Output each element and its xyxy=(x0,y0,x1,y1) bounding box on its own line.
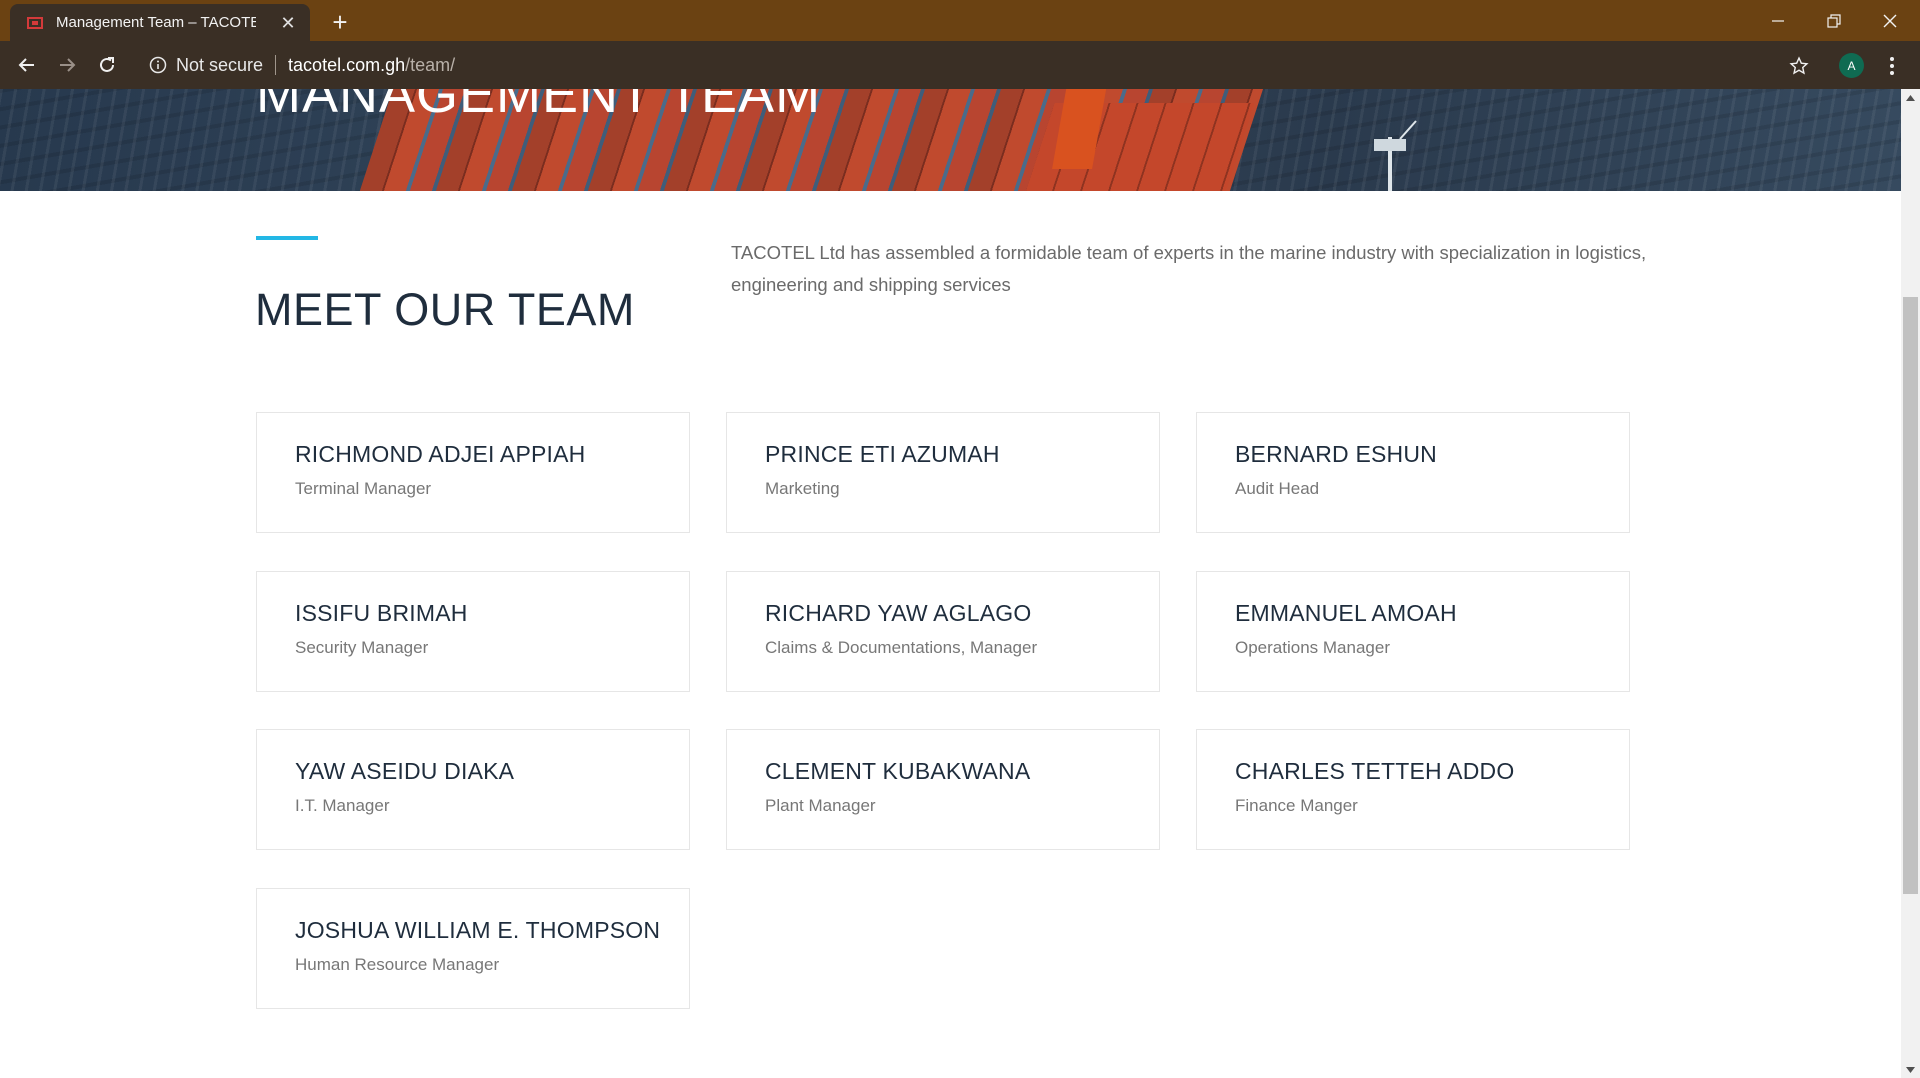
address-bar[interactable]: Not secure tacotel.com.gh/team/ xyxy=(138,47,1818,83)
new-tab-plus-icon[interactable]: + xyxy=(326,8,354,36)
hero-title: MANAGEMENT TEAM xyxy=(256,89,822,124)
forward-arrow-icon[interactable] xyxy=(51,49,83,81)
team-member-role: Plant Manager xyxy=(765,796,876,815)
team-card: YAW ASEIDU DIAKA I.T. Manager xyxy=(256,729,690,850)
team-card: RICHMOND ADJEI APPIAH Terminal Manager xyxy=(256,412,690,533)
team-member-name: CLEMENT KUBAKWANA xyxy=(765,758,1031,784)
section-title: MEET OUR TEAM xyxy=(255,284,635,335)
team-card: PRINCE ETI AZUMAH Marketing xyxy=(726,412,1160,533)
team-member-role: Terminal Manager xyxy=(295,479,432,498)
omnibox-divider xyxy=(275,55,277,75)
team-member-name: RICHMOND ADJEI APPIAH xyxy=(295,441,586,467)
browser-tab-active[interactable]: Management Team – TACOTEL ✕ xyxy=(10,4,310,41)
team-member-role: Operations Manager xyxy=(1235,638,1390,657)
team-card: ISSIFU BRIMAH Security Manager xyxy=(256,571,690,692)
reload-icon[interactable] xyxy=(91,49,123,81)
team-member-role: Security Manager xyxy=(295,638,429,657)
section-accent-line xyxy=(256,236,318,240)
back-arrow-icon[interactable] xyxy=(11,49,43,81)
tacotel-favicon-icon xyxy=(26,14,44,32)
tab-title: Management Team – TACOTEL xyxy=(56,14,256,31)
team-member-name: JOSHUA WILLIAM E. THOMPSON xyxy=(295,917,661,943)
team-member-name: RICHARD YAW AGLAGO xyxy=(765,600,1032,626)
hero-mast-image xyxy=(1374,120,1417,191)
team-member-name: PRINCE ETI AZUMAH xyxy=(765,441,1000,467)
security-label[interactable]: Not secure xyxy=(176,55,263,76)
team-member-role: Finance Manger xyxy=(1235,796,1358,815)
team-member-name: CHARLES TETTEH ADDO xyxy=(1235,758,1515,784)
browser-tab-strip: Management Team – TACOTEL ✕ + xyxy=(0,0,1920,41)
profile-avatar[interactable]: A xyxy=(1839,53,1864,78)
close-tab-icon[interactable]: ✕ xyxy=(278,13,298,33)
team-member-role: Human Resource Manager xyxy=(295,955,500,974)
team-member-role: Audit Head xyxy=(1235,479,1320,498)
restore-icon[interactable] xyxy=(1806,0,1862,41)
team-card: EMMANUEL AMOAH Operations Manager xyxy=(1196,571,1630,692)
team-card: JOSHUA WILLIAM E. THOMPSON Human Resourc… xyxy=(256,888,690,1009)
minimize-icon[interactable] xyxy=(1750,0,1806,41)
page-scrollbar[interactable] xyxy=(1901,89,1920,1078)
browser-toolbar: Not secure tacotel.com.gh/team/ A xyxy=(0,41,1920,89)
team-member-name: ISSIFU BRIMAH xyxy=(295,600,468,626)
team-member-name: YAW ASEIDU DIAKA xyxy=(295,758,515,784)
team-card: BERNARD ESHUN Audit Head xyxy=(1196,412,1630,533)
team-card: CHARLES TETTEH ADDO Finance Manger xyxy=(1196,729,1630,850)
team-member-name: BERNARD ESHUN xyxy=(1235,441,1437,467)
scroll-down-arrow-icon[interactable] xyxy=(1901,1061,1920,1078)
close-window-icon[interactable] xyxy=(1862,0,1918,41)
bookmark-star-icon[interactable] xyxy=(1786,53,1812,79)
hero-banner: MANAGEMENT TEAM xyxy=(0,89,1901,191)
scroll-up-arrow-icon[interactable] xyxy=(1901,89,1920,106)
team-card: CLEMENT KUBAKWANA Plant Manager xyxy=(726,729,1160,850)
url-host[interactable]: tacotel.com.gh xyxy=(288,55,405,76)
more-vert-icon[interactable] xyxy=(1880,53,1904,79)
team-member-role: I.T. Manager xyxy=(295,796,390,815)
scrollbar-thumb[interactable] xyxy=(1903,297,1918,894)
page-viewport: MANAGEMENT TEAM MEET OUR TEAM TACOTEL Lt… xyxy=(0,89,1901,1078)
section-intro: TACOTEL Ltd has assembled a formidable t… xyxy=(731,242,1647,295)
team-card: RICHARD YAW AGLAGO Claims & Documentatio… xyxy=(726,571,1160,692)
info-icon[interactable] xyxy=(148,55,168,75)
team-member-role: Marketing xyxy=(765,479,840,498)
url-path[interactable]: /team/ xyxy=(405,55,455,76)
team-member-role: Claims & Documentations, Manager xyxy=(765,638,1038,657)
team-member-name: EMMANUEL AMOAH xyxy=(1235,600,1457,626)
